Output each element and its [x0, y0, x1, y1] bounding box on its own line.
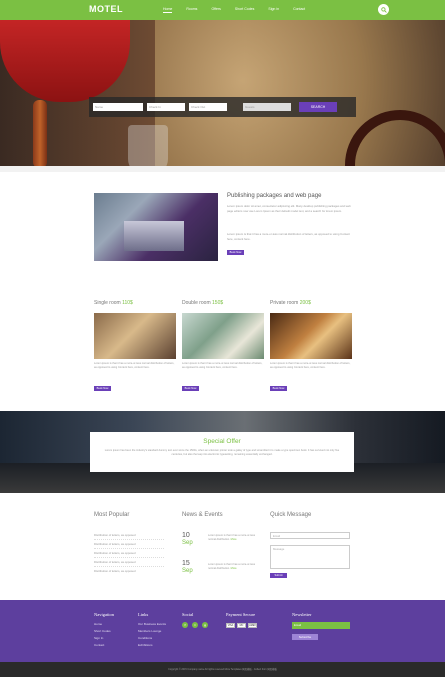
guests-select[interactable]: Guests: [243, 103, 291, 111]
hero-banner: [0, 20, 445, 172]
publishing-title: Publishing packages and web page: [227, 193, 322, 199]
divider: [94, 548, 164, 549]
hero-table: [0, 166, 445, 172]
nav-item-rooms[interactable]: Rooms: [186, 7, 197, 13]
nav-item-contact[interactable]: Contact: [293, 7, 305, 13]
email-field[interactable]: Email: [270, 532, 350, 539]
divider: [94, 539, 164, 540]
booking-bar: Name Check In Check Out Guests SEARCH: [89, 97, 356, 117]
popular-item[interactable]: Distribution of letters, as opposed: [94, 551, 136, 555]
popular-item[interactable]: Distribution of letters, as opposed: [94, 569, 136, 573]
name-input[interactable]: Name: [93, 103, 143, 111]
mastercard-icon: MC: [237, 623, 246, 628]
event-text: Lorem ipsum is that it has a more-or-les…: [208, 534, 255, 541]
event-month: Sep: [182, 540, 193, 546]
footer-links-title: Links: [138, 612, 149, 617]
room-text-single: Lorem ipsum is that it has a more-or-les…: [94, 362, 175, 369]
event-day: 10: [182, 532, 190, 539]
room-title-private: Private room 200$: [270, 300, 311, 306]
hero-lamp-base: [33, 100, 47, 168]
event-more-link[interactable]: More: [231, 538, 237, 541]
footer-navigation-title: Navigation: [94, 612, 114, 617]
top-header: MOTEL Home Rooms Offers Short Codes Sign…: [0, 0, 445, 20]
footer-link[interactable]: Exhibitions: [138, 643, 153, 647]
footer: [0, 600, 445, 662]
footer-social-title: Social: [182, 612, 194, 617]
divider: [94, 557, 164, 558]
special-offer-box: Special Offer Lorem ipsum has been the i…: [90, 432, 354, 472]
subscribe-button[interactable]: Subscribe: [292, 634, 318, 640]
copyright-text: Copyright © 2015 Company name All rights…: [168, 668, 277, 671]
footer-link[interactable]: Our Business Events: [138, 622, 166, 626]
newsletter-email-input[interactable]: Email: [292, 622, 350, 629]
nav-item-sign-in[interactable]: Sign in: [268, 7, 279, 13]
footer-link[interactable]: Short Codes: [94, 629, 111, 633]
main-nav: Home Rooms Offers Short Codes Sign in Co…: [163, 7, 319, 13]
footer-payment-title: Payment Secure: [226, 612, 256, 617]
site-logo[interactable]: MOTEL: [89, 4, 123, 14]
book-button-private[interactable]: Book Now: [270, 386, 287, 391]
publishing-image: [94, 193, 218, 261]
footer-newsletter-title: Newsletter: [292, 612, 312, 617]
search-icon: [380, 6, 387, 13]
amex-card-icon: AMEX: [248, 623, 257, 628]
event-day: 15: [182, 560, 190, 567]
submit-button[interactable]: Submit: [270, 573, 287, 578]
special-offer-title: Special Offer: [203, 438, 241, 445]
message-field[interactable]: Message: [270, 545, 350, 569]
book-button-double[interactable]: Book Now: [182, 386, 199, 391]
google-plus-icon[interactable]: g: [202, 622, 208, 628]
nav-item-home[interactable]: Home: [163, 7, 173, 13]
book-button-single[interactable]: Book Now: [94, 386, 111, 391]
publishing-text-secondary: Lorem ipsum is that it has a more-or-les…: [227, 232, 350, 241]
hero-lamp-shade: [0, 20, 130, 102]
event-month: Sep: [182, 568, 193, 574]
footer-link[interactable]: Contact: [94, 643, 104, 647]
popular-item[interactable]: Distribution of letters, as opposed: [94, 560, 136, 564]
footer-link[interactable]: Home: [94, 622, 102, 626]
room-image-double: [182, 313, 264, 359]
popular-item[interactable]: Distribution of letters, as opposed: [94, 533, 136, 537]
event-text: Lorem ipsum is that it has a more-or-les…: [208, 563, 255, 570]
hero-glass: [128, 125, 168, 172]
publishing-book-button[interactable]: Book Now: [227, 250, 244, 255]
special-offer-text: Lorem ipsum has been the industry's stan…: [104, 449, 340, 456]
room-text-private: Lorem ipsum is that it has a more-or-les…: [270, 362, 351, 369]
nav-item-offers[interactable]: Offers: [211, 7, 220, 13]
room-text-double: Lorem ipsum is that it has a more-or-les…: [182, 362, 263, 369]
nav-item-short-codes[interactable]: Short Codes: [235, 7, 254, 13]
room-title-double: Double room 150$: [182, 300, 224, 306]
popular-item[interactable]: Distribution of letters, as opposed: [94, 542, 136, 546]
news-events-title: News & Events: [182, 512, 223, 518]
room-image-private: [270, 313, 352, 359]
most-popular-title: Most Popular: [94, 512, 130, 518]
event-more-link[interactable]: More: [231, 567, 237, 570]
room-image-single: [94, 313, 176, 359]
publishing-text: Lorem ipsum dolor sit amet, consectetur …: [227, 204, 351, 213]
search-submit-button[interactable]: SEARCH: [299, 102, 337, 112]
quick-message-title: Quick Message: [270, 512, 312, 518]
visa-card-icon: VISA: [226, 623, 235, 628]
search-button[interactable]: [378, 4, 389, 15]
footer-link[interactable]: Conditions: [138, 636, 152, 640]
facebook-icon[interactable]: f: [182, 622, 188, 628]
divider: [94, 566, 164, 567]
twitter-icon[interactable]: t: [192, 622, 198, 628]
check-in-input[interactable]: Check In: [147, 103, 185, 111]
check-out-input[interactable]: Check Out: [189, 103, 227, 111]
footer-link[interactable]: Sign In: [94, 636, 103, 640]
footer-link[interactable]: Members Lounge: [138, 629, 161, 633]
room-title-single: Single room 110$: [94, 300, 133, 306]
